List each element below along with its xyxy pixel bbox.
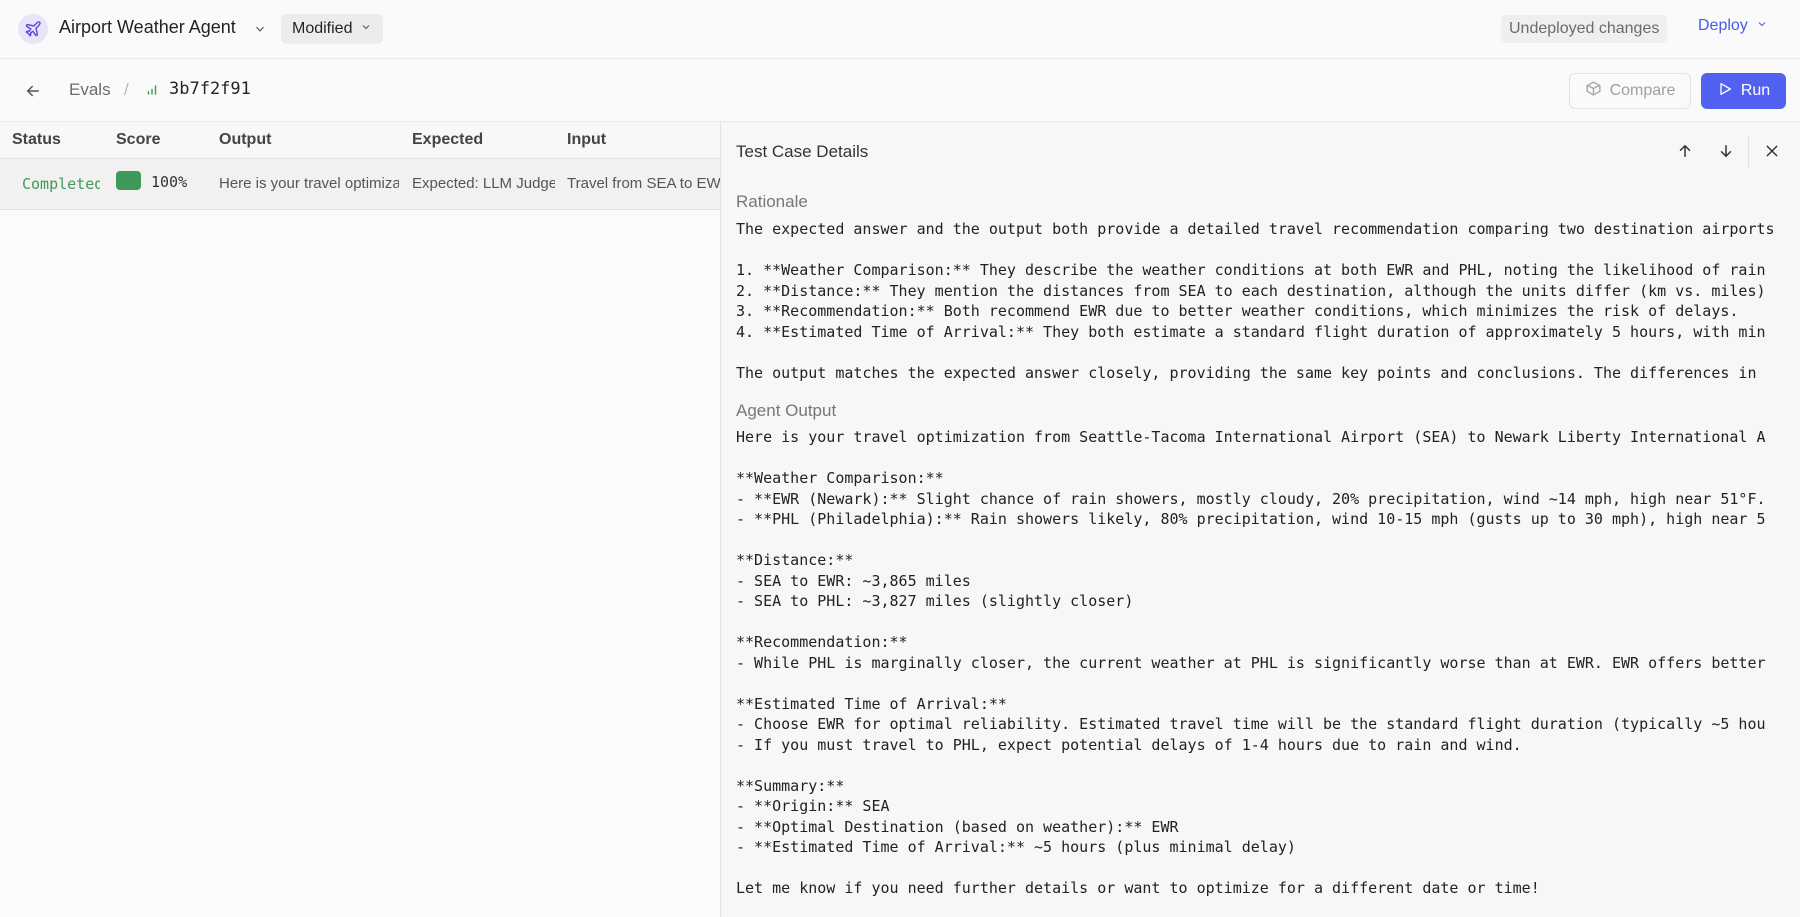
column-header-status[interactable]: Status [12, 131, 61, 149]
output-cell: Here is your travel optimization [219, 175, 399, 192]
modified-dropdown[interactable]: Modified [281, 14, 384, 44]
close-icon[interactable] [1764, 143, 1780, 159]
rationale-label: Rationale [736, 192, 808, 211]
column-header-score[interactable]: Score [116, 131, 160, 149]
chevron-down-icon [1756, 17, 1768, 35]
table-header: Status Score Output Expected Input [0, 122, 720, 159]
column-header-expected[interactable]: Expected [412, 131, 483, 149]
compare-label: Compare [1609, 82, 1676, 99]
top-bar: Airport Weather Agent Modified Undeploye… [0, 0, 1800, 59]
package-icon [1585, 80, 1602, 102]
modified-label: Modified [292, 20, 353, 37]
agent-output-text: Here is your travel optimization from Se… [736, 428, 1766, 897]
bar-chart-icon [145, 83, 159, 102]
input-cell: Travel from SEA to EWR [567, 175, 720, 192]
panel-header: Test Case Details [721, 122, 1800, 182]
results-table: Status Score Output Expected Input Compl… [0, 122, 720, 917]
expected-cell: Expected: LLM Judge [412, 175, 555, 192]
column-header-output[interactable]: Output [219, 131, 271, 149]
panel-title: Test Case Details [736, 142, 869, 161]
chevron-down-icon [360, 20, 372, 38]
airplane-icon[interactable] [18, 14, 48, 44]
breadcrumb-evals[interactable]: Evals [69, 80, 111, 100]
table-row[interactable]: Completed 100% Here is your travel optim… [0, 159, 720, 210]
column-header-input[interactable]: Input [567, 131, 606, 149]
test-case-details-panel: Test Case Details Rationale The expected… [720, 122, 1800, 917]
divider [1748, 136, 1749, 168]
compare-button[interactable]: Compare [1569, 73, 1691, 109]
arrow-up-icon[interactable] [1676, 142, 1694, 160]
rationale-text: The expected answer and the output both … [736, 220, 1775, 382]
undeployed-badge: Undeployed changes [1501, 15, 1668, 43]
run-label: Run [1740, 82, 1771, 99]
score-cell: 100% [151, 173, 188, 191]
eval-id: 3b7f2f91 [169, 79, 251, 99]
breadcrumb-separator: / [124, 80, 129, 99]
status-cell: Completed [22, 175, 100, 193]
chevron-down-icon[interactable] [253, 22, 267, 36]
arrow-down-icon[interactable] [1717, 142, 1735, 160]
play-icon [1717, 81, 1733, 102]
score-swatch [116, 171, 141, 190]
deploy-label: Deploy [1698, 17, 1748, 34]
deploy-button[interactable]: Deploy [1698, 17, 1768, 35]
arrow-left-icon[interactable] [24, 82, 42, 100]
app-title[interactable]: Airport Weather Agent [59, 17, 236, 38]
run-button[interactable]: Run [1701, 73, 1786, 109]
agent-output-label: Agent Output [736, 401, 837, 420]
eval-header: Evals / 3b7f2f91 Compare Run [0, 60, 1800, 122]
